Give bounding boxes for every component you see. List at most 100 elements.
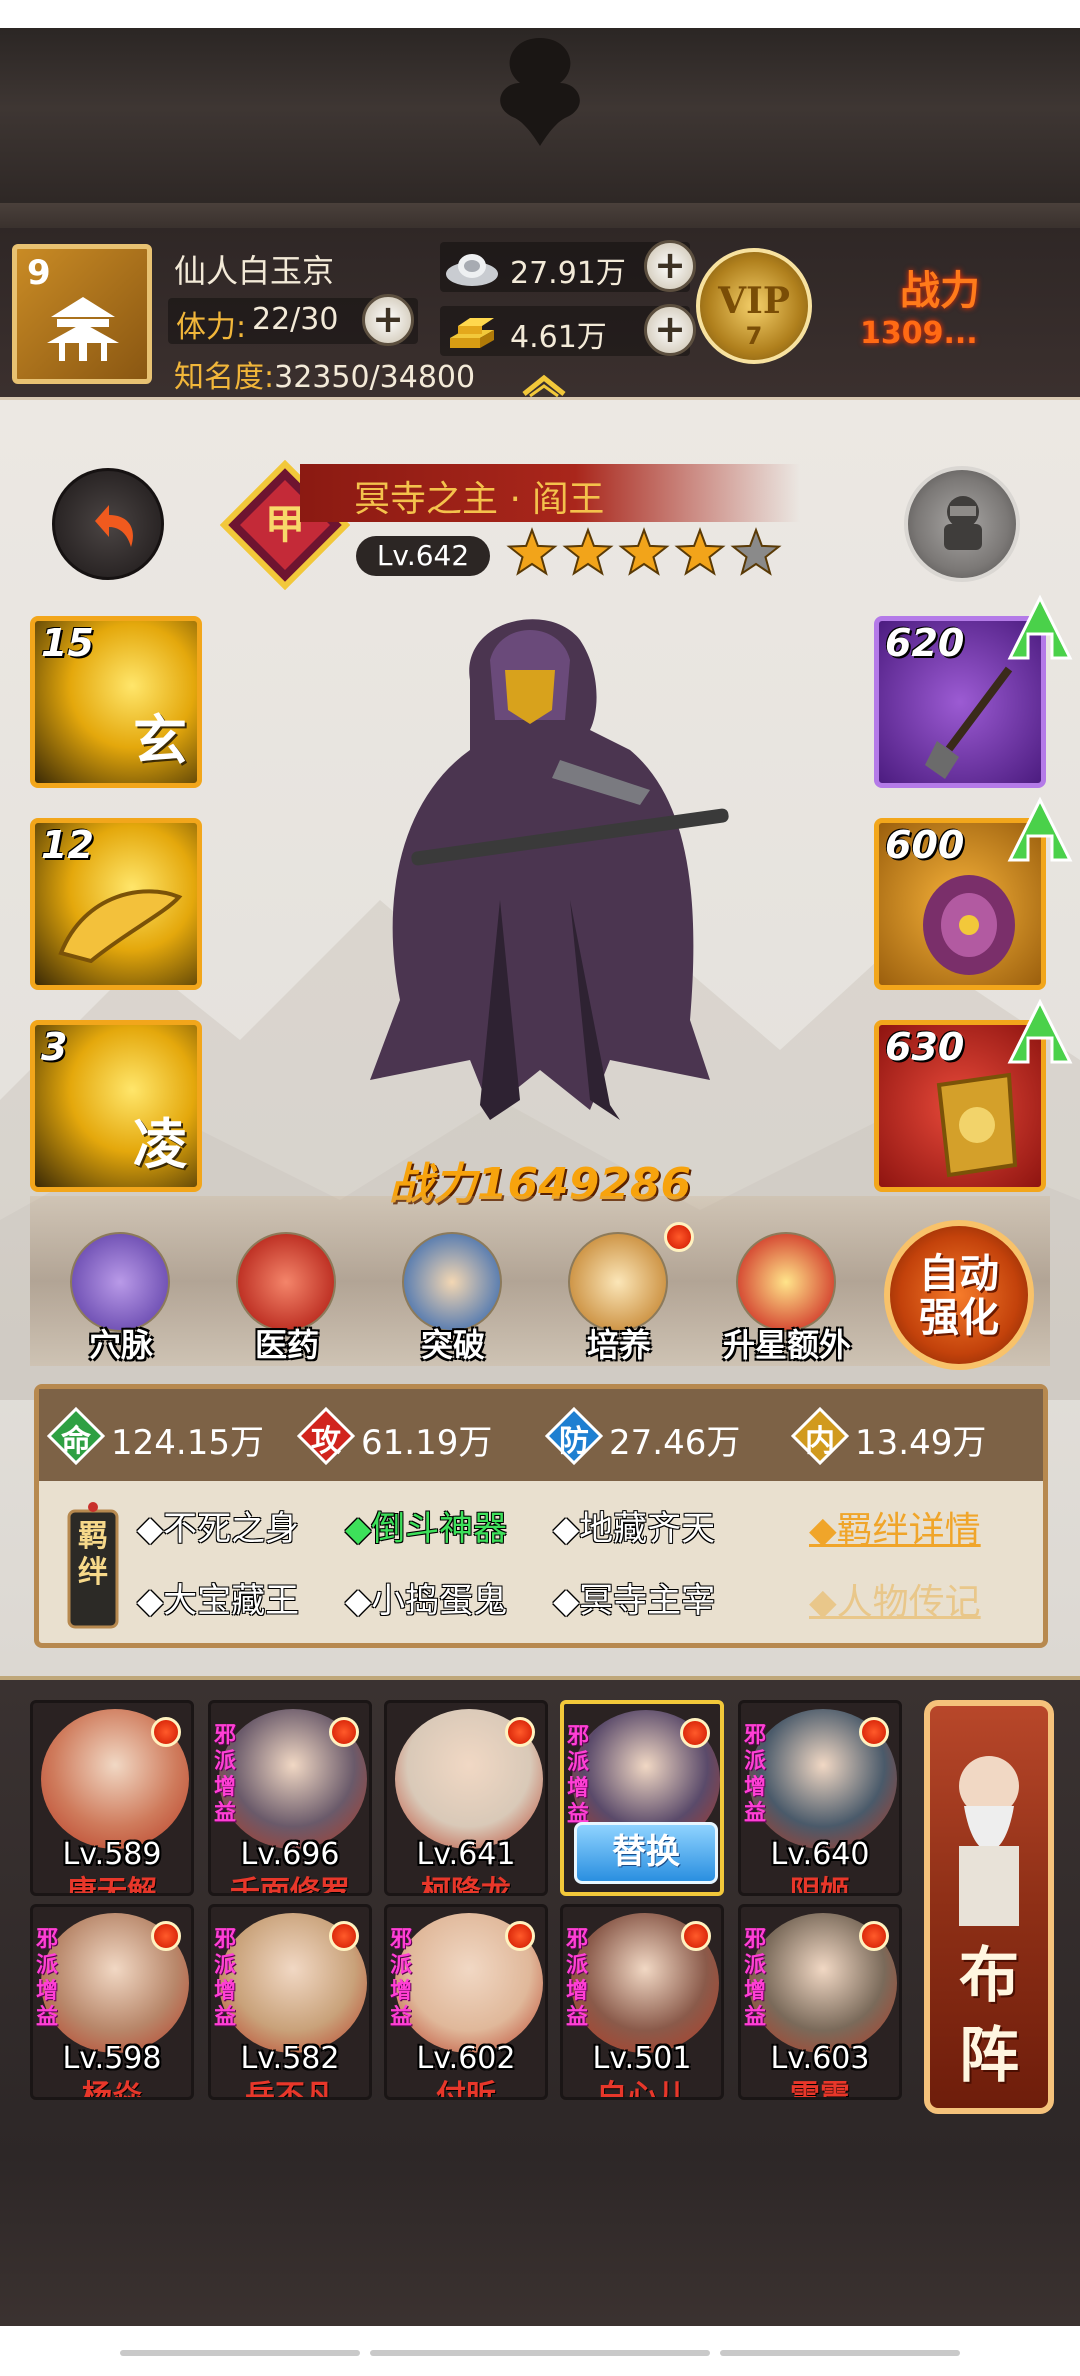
func-label: 培养 xyxy=(586,1326,651,1364)
upgrade-arrow-icon[interactable] xyxy=(1000,790,1080,870)
notification-dot xyxy=(505,1921,535,1951)
silver-ingot-icon xyxy=(446,254,498,286)
hero-slot[interactable]: 邪派增益 替换 xyxy=(560,1700,724,1896)
skill-card-2[interactable]: 12 xyxy=(30,818,202,990)
stamina-value: 22/30 xyxy=(252,302,339,337)
func-train-button[interactable]: 培养 xyxy=(554,1222,694,1364)
stat-value: 13.49万 xyxy=(855,1423,987,1463)
token-icon xyxy=(936,1072,1018,1178)
hero-name: 杨焱 xyxy=(82,2079,142,2100)
skill-glyph: 玄 xyxy=(133,708,187,772)
evil-faction-tag: 邪派增益 xyxy=(743,1927,766,2030)
skill-card-1[interactable]: 15 玄 xyxy=(30,616,202,788)
fame-label: 知名度: xyxy=(174,360,275,395)
roof-banner xyxy=(0,28,1080,253)
hero-slot[interactable]: 邪派增益 Lv.501 白心儿 xyxy=(560,1904,724,2100)
player-avatar[interactable]: 9 xyxy=(12,244,152,384)
notification-dot xyxy=(151,1921,181,1951)
hero-slot[interactable]: 邪派增益 Lv.640 阴姬 xyxy=(738,1700,902,1896)
func-star-extra-button[interactable]: 升星额外 xyxy=(722,1232,852,1364)
chevron-up-icon[interactable] xyxy=(520,370,568,398)
func-label: 穴脉 xyxy=(88,1326,153,1364)
nav-gesture-bar xyxy=(370,2350,710,2356)
svg-text:甲: 甲 xyxy=(265,501,305,548)
vip-level: 7 xyxy=(745,322,763,350)
armor-icon xyxy=(923,875,1015,975)
star-filled-icon xyxy=(674,527,726,576)
gold-bars-icon xyxy=(450,318,494,348)
helmet-icon xyxy=(944,496,982,550)
back-button[interactable] xyxy=(52,468,164,580)
back-arrow-icon xyxy=(95,505,133,547)
auto-enhance-button[interactable]: 自动 强化 xyxy=(884,1220,1034,1370)
func-label: 突破 xyxy=(420,1326,485,1364)
fame-display: 知名度:32350/34800 xyxy=(174,352,475,396)
star-filled-icon xyxy=(618,527,670,576)
skill-level: 15 xyxy=(41,621,94,665)
skill-level: 3 xyxy=(41,1025,68,1069)
hero-slot[interactable]: Lv.589 唐无解 xyxy=(30,1700,194,1896)
elder-portrait-icon xyxy=(959,1756,1019,1926)
stat-key: 防 xyxy=(559,1424,589,1459)
stat-value: 124.15万 xyxy=(111,1423,264,1463)
notification-dot xyxy=(664,1222,694,1252)
shovel-icon xyxy=(925,666,1013,779)
character-portrait xyxy=(370,619,729,1120)
upgrade-arrow-icon[interactable] xyxy=(1000,992,1080,1072)
hero-name: 唐无解 xyxy=(67,1875,157,1896)
hero-slot[interactable]: 邪派增益 Lv.602 付昕 xyxy=(384,1904,548,2100)
replace-button[interactable]: 替换 xyxy=(574,1822,718,1884)
evil-faction-tag: 邪派增益 xyxy=(389,1927,412,2030)
gold-value: 4.61万 xyxy=(510,320,607,355)
bond-item: ◆冥寺主宰 xyxy=(553,1581,716,1621)
add-stamina-button[interactable]: + xyxy=(362,294,414,346)
notification-dot xyxy=(329,1921,359,1951)
hero-slot[interactable]: 邪派增益 Lv.598 杨焱 xyxy=(30,1904,194,2100)
bond-item-active: ◆倒斗神器 xyxy=(345,1509,508,1549)
stat-key: 内 xyxy=(805,1424,835,1459)
hero-slot[interactable]: 邪派增益 Lv.603 雷震 xyxy=(738,1904,902,2100)
hero-slot[interactable]: 邪派增益 Lv.696 千面修罗 xyxy=(208,1700,372,1896)
evil-faction-tag: 邪派增益 xyxy=(213,1723,236,1826)
evil-faction-tag: 邪派增益 xyxy=(566,1724,589,1827)
add-silver-button[interactable]: + xyxy=(644,240,696,292)
vip-badge[interactable]: VIP 7 xyxy=(696,248,812,364)
evil-faction-tag: 邪派增益 xyxy=(213,1927,236,2030)
func-label: 升星额外 xyxy=(722,1326,851,1364)
silver-value: 27.91万 xyxy=(510,256,626,291)
add-gold-button[interactable]: + xyxy=(644,304,696,356)
upgrade-arrow-icon[interactable] xyxy=(1000,588,1080,668)
func-acupoint-button[interactable]: 穴脉 xyxy=(56,1232,186,1364)
bond-detail-link[interactable]: ◆羁绊详情 xyxy=(809,1501,981,1553)
hero-name: 付昕 xyxy=(436,2079,496,2100)
star-filled-icon xyxy=(562,527,614,576)
notification-dot xyxy=(505,1717,535,1747)
equip-preview-button[interactable] xyxy=(904,466,1020,582)
hero-slot[interactable]: 邪派增益 Lv.582 岳不凡 xyxy=(208,1904,372,2100)
hero-name: 白心儿 xyxy=(597,2079,687,2100)
star-empty-icon xyxy=(730,527,782,576)
hero-name: 岳不凡 xyxy=(245,2079,335,2100)
func-medicine-button[interactable]: 医药 xyxy=(222,1232,352,1364)
nav-gesture-bar xyxy=(120,2350,360,2356)
formation-button[interactable]: 布阵 xyxy=(924,1700,1054,2114)
vip-label: VIP xyxy=(718,280,790,322)
notification-dot xyxy=(680,1718,710,1748)
mushroom-icon xyxy=(236,1232,336,1332)
skill-glyph: 凌 xyxy=(133,1112,187,1176)
skill-card-3[interactable]: 3 凌 xyxy=(30,1020,202,1192)
evil-faction-tag: 邪派增益 xyxy=(743,1723,766,1826)
player-name: 仙人白玉京 xyxy=(174,252,335,290)
notification-dot xyxy=(859,1921,889,1951)
evil-faction-tag: 邪派增益 xyxy=(565,1927,588,2030)
hero-name: 千面修罗 xyxy=(230,1875,350,1896)
stat-value: 27.46万 xyxy=(609,1423,741,1463)
bond-item: ◆地藏齐天 xyxy=(553,1509,716,1549)
func-breakthrough-button[interactable]: 突破 xyxy=(388,1232,518,1364)
bond-label: 羁绊 xyxy=(78,1519,108,1590)
func-label: 医药 xyxy=(254,1326,319,1364)
scholar-icon xyxy=(402,1232,502,1332)
bond-item: ◆大宝藏王 xyxy=(137,1581,300,1621)
hero-slot[interactable]: Lv.641 柯降龙 xyxy=(384,1700,548,1896)
biography-link[interactable]: ◆人物传记 xyxy=(809,1573,981,1625)
